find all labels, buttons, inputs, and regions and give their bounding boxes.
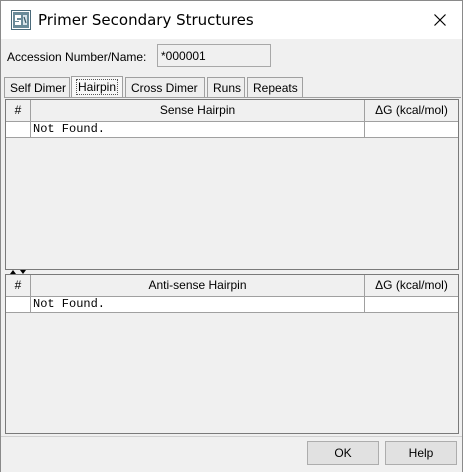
table-header: # Anti-sense Hairpin ΔG (kcal/mol) — [6, 275, 458, 297]
tab-self-dimer-label: Self Dimer — [10, 81, 67, 95]
sense-hairpin-table[interactable]: # Sense Hairpin ΔG (kcal/mol) Not Found. — [5, 99, 459, 270]
structure-cell: Not Found. — [31, 297, 365, 313]
table-row[interactable]: Not Found. — [6, 297, 458, 313]
title-bar[interactable]: Primer Secondary Structures — [1, 1, 462, 39]
tab-runs-label: Runs — [213, 81, 242, 95]
table-row[interactable]: Not Found. — [6, 122, 458, 138]
ok-button[interactable]: OK — [307, 441, 379, 465]
table-header: # Sense Hairpin ΔG (kcal/mol) — [6, 100, 458, 122]
close-button[interactable] — [417, 1, 463, 39]
delta-g-cell — [365, 122, 458, 138]
close-icon — [434, 14, 446, 26]
column-header-delta-g[interactable]: ΔG (kcal/mol) — [365, 100, 458, 122]
primer-secondary-structures-dialog: Primer Secondary Structures Accession Nu… — [0, 0, 463, 472]
help-button[interactable]: Help — [385, 441, 457, 465]
dialog-client-area: Accession Number/Name: Self Dimer Hairpi… — [1, 39, 462, 472]
tab-repeats-label: Repeats — [253, 81, 298, 95]
column-header-delta-g[interactable]: ΔG (kcal/mol) — [365, 275, 458, 297]
tab-content-border — [4, 97, 461, 98]
antisense-hairpin-table[interactable]: # Anti-sense Hairpin ΔG (kcal/mol) Not F… — [5, 274, 459, 434]
window-title: Primer Secondary Structures — [38, 11, 254, 29]
structure-cell: Not Found. — [31, 122, 365, 138]
tab-cross-dimer[interactable]: Cross Dimer — [125, 77, 205, 97]
tab-self-dimer[interactable]: Self Dimer — [4, 77, 70, 97]
column-header-number[interactable]: # — [6, 275, 31, 297]
delta-g-cell — [365, 297, 458, 313]
accession-label: Accession Number/Name: — [7, 50, 147, 64]
column-header-sense-hairpin[interactable]: Sense Hairpin — [31, 100, 365, 122]
column-header-number[interactable]: # — [6, 100, 31, 122]
tab-hairpin[interactable]: Hairpin — [71, 76, 123, 97]
tab-runs[interactable]: Runs — [207, 77, 245, 97]
row-number-cell — [6, 297, 31, 313]
app-icon — [11, 10, 31, 30]
tab-cross-dimer-label: Cross Dimer — [131, 81, 198, 95]
tab-hairpin-label: Hairpin — [75, 79, 119, 95]
column-header-antisense-hairpin[interactable]: Anti-sense Hairpin — [31, 275, 365, 297]
accession-field[interactable] — [157, 44, 271, 67]
footer-divider — [1, 436, 462, 437]
tab-repeats[interactable]: Repeats — [247, 77, 303, 97]
row-number-cell — [6, 122, 31, 138]
